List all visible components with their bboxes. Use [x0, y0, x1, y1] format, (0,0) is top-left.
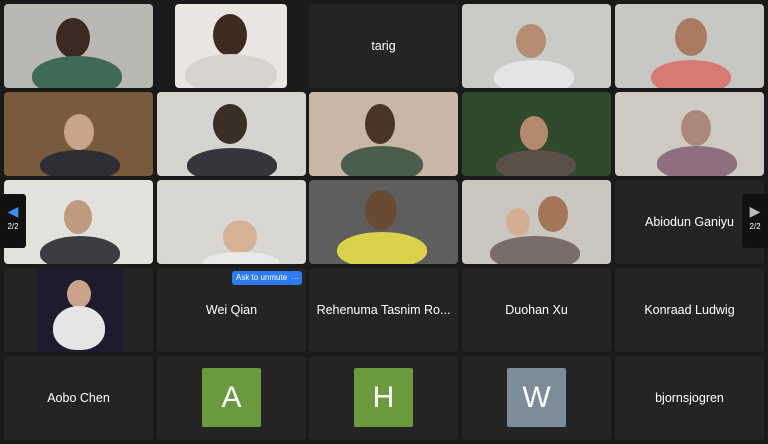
- video-tile[interactable]: [157, 92, 306, 176]
- chevron-right-icon: ▶: [749, 203, 761, 219]
- participant-name: Wei Qian: [205, 303, 258, 317]
- more-options-button[interactable]: …: [288, 271, 302, 285]
- chevron-left-icon: ◀: [7, 203, 19, 219]
- participant-name: Duohan Xu: [505, 303, 568, 317]
- video-tile[interactable]: [4, 92, 153, 176]
- video-tile[interactable]: [309, 92, 458, 176]
- participant-name: tarig: [371, 39, 396, 53]
- profile-photo: [37, 268, 123, 352]
- previous-page-button[interactable]: ◀ 2/2: [0, 194, 26, 248]
- video-tile[interactable]: [309, 180, 458, 264]
- participant-tile[interactable]: Rehenuma Tasnim Ro...: [309, 268, 458, 352]
- video-tile[interactable]: [157, 180, 306, 264]
- page-indicator: 2/2: [7, 222, 19, 231]
- avatar-tile[interactable]: H: [309, 356, 458, 440]
- avatar: A: [202, 368, 261, 427]
- participant-tile[interactable]: Aobo Chen: [4, 356, 153, 440]
- video-tile[interactable]: [615, 4, 764, 88]
- page-indicator: 2/2: [749, 222, 761, 231]
- participant-tile[interactable]: tarig: [309, 4, 458, 88]
- video-tile[interactable]: [462, 4, 611, 88]
- participant-name: Aobo Chen: [47, 391, 110, 405]
- video-tile[interactable]: [462, 92, 611, 176]
- participant-tile[interactable]: Konraad Ludwig: [615, 268, 764, 352]
- next-page-button[interactable]: ▶ 2/2: [742, 194, 768, 248]
- video-tile[interactable]: [4, 4, 153, 88]
- participant-tile[interactable]: bjornsjogren: [615, 356, 764, 440]
- video-tile[interactable]: [4, 268, 153, 352]
- video-tile[interactable]: [175, 4, 287, 88]
- video-tile[interactable]: [462, 180, 611, 264]
- participant-name: bjornsjogren: [655, 391, 724, 405]
- avatar-tile[interactable]: A: [157, 356, 306, 440]
- avatar: W: [507, 368, 566, 427]
- avatar-tile[interactable]: W: [462, 356, 611, 440]
- gallery-grid: tarig Abiodun Ganiyu Wei Qian Rehenuma T…: [0, 0, 768, 444]
- video-tile[interactable]: [4, 180, 153, 264]
- video-tile[interactable]: [615, 92, 764, 176]
- ask-to-unmute-button[interactable]: Ask to unmute: [232, 271, 292, 285]
- participant-name: Konraad Ludwig: [644, 303, 735, 317]
- participant-tile[interactable]: Duohan Xu: [462, 268, 611, 352]
- avatar: H: [354, 368, 413, 427]
- participant-name: Rehenuma Tasnim Ro...: [316, 303, 451, 317]
